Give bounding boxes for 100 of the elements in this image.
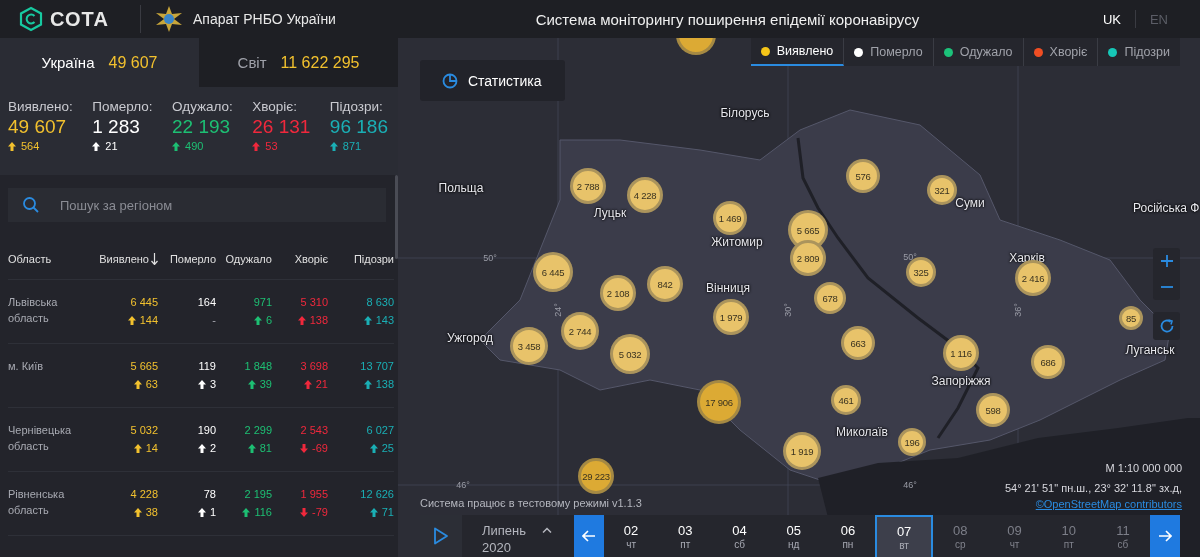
arrow-left-icon: [582, 530, 596, 542]
table-cell: 6 027: [366, 424, 394, 436]
cell-change: 138: [375, 378, 394, 390]
arrow-up-icon: [133, 443, 142, 453]
language-link[interactable]: UK: [1088, 11, 1135, 27]
next-button[interactable]: [1150, 515, 1180, 557]
place-label: Луганськ: [1125, 343, 1175, 357]
sort-down-icon: [151, 253, 158, 265]
pie-chart-icon: [442, 72, 458, 89]
stat-label: Хворіє:: [252, 99, 298, 114]
table-cell: 971: [253, 296, 272, 308]
table-cell: 2 543: [300, 424, 328, 436]
table-cell: 2 195: [244, 488, 272, 500]
stat-label: Померло:: [92, 99, 153, 114]
cell-change: 14: [145, 442, 158, 454]
previous-button[interactable]: [574, 515, 604, 557]
arrow-up-icon: [8, 141, 16, 151]
day-button[interactable]: 07 вт: [875, 515, 934, 557]
table-cell: 4 228: [130, 488, 158, 500]
stat-label: Одужало:: [172, 99, 233, 114]
emblem-icon: [155, 5, 183, 33]
cell-change: 38: [145, 506, 158, 518]
stat-value: 49 607: [8, 116, 68, 138]
table-cell: 1 848: [244, 360, 272, 372]
column-header[interactable]: Виявлено: [88, 239, 158, 280]
case-count-bubble[interactable]: 29 223: [578, 458, 614, 494]
place-label: Луцьк: [593, 206, 627, 220]
legend-tab[interactable]: Померло: [844, 38, 934, 66]
stat-value: 22 193: [172, 116, 232, 138]
day-button[interactable]: 06 пн: [820, 515, 875, 557]
cell-change: 81: [259, 442, 272, 454]
scope-tab[interactable]: Україна 49 607: [0, 38, 199, 87]
cell-change: 25: [381, 442, 394, 454]
table-cell: 6 445: [130, 296, 158, 308]
map-scale: М 1:10 000 000: [1105, 462, 1182, 474]
column-header[interactable]: Одужало: [216, 239, 272, 280]
day-button[interactable]: 03 пт: [658, 515, 713, 557]
search-field[interactable]: Пошук за регіоном: [8, 188, 386, 222]
place-label: Житомир: [711, 235, 763, 249]
arrow-up-icon: [197, 507, 206, 517]
legend-tab[interactable]: Хворіє: [1023, 38, 1099, 66]
day-button[interactable]: 05 нд: [766, 515, 821, 557]
play-icon: [433, 527, 449, 545]
place-label: Ужгород: [446, 331, 494, 345]
arrow-up-icon: [133, 379, 142, 389]
table-cell: 119: [198, 360, 216, 372]
arrow-up-icon: [127, 315, 136, 325]
grid-label: 46°: [903, 480, 917, 490]
table-cell: 5 032: [130, 424, 158, 436]
place-label: Миколаїв: [836, 425, 888, 439]
place-label: Білорусь: [720, 106, 770, 120]
place-label: Вінниця: [706, 281, 750, 295]
legend-tab[interactable]: Виявлено: [750, 38, 845, 66]
stat-change: 21: [105, 140, 118, 152]
attribution-link[interactable]: ©OpenStreetMap contributors: [1035, 498, 1182, 510]
logo-text: СОТА: [50, 7, 109, 31]
cell-change: -79: [312, 506, 328, 518]
place-label: Запоріжжя: [931, 374, 991, 388]
arrow-up-icon: [369, 443, 378, 453]
cell-change: 144: [139, 314, 158, 326]
arrow-up-icon: [242, 507, 251, 517]
grid-label: 46°: [456, 480, 470, 490]
arrow-up-icon: [92, 141, 101, 151]
column-header[interactable]: Область: [8, 239, 88, 280]
statistics-button[interactable]: Статистика: [420, 60, 565, 101]
cell-change: 116: [254, 506, 272, 518]
column-header[interactable]: Померло: [158, 239, 216, 280]
table-cell: 5 310: [300, 296, 328, 308]
grid-label: 36°: [1013, 303, 1023, 317]
hexagon-logo-icon: [18, 6, 44, 32]
place-label: Російська Ф: [1133, 201, 1200, 215]
region-name: Рівненська область: [8, 487, 66, 518]
region-name: Чернівецька область: [8, 423, 73, 454]
arrow-up-icon: [329, 141, 338, 151]
column-header[interactable]: Підозри: [328, 239, 394, 280]
cell-change: 6: [265, 314, 272, 326]
month-selector[interactable]: Липень 2020: [462, 515, 574, 557]
legend-tab[interactable]: Одужало: [933, 38, 1024, 66]
day-button[interactable]: 02 чт: [604, 515, 659, 557]
cell-change: 63: [145, 378, 158, 390]
arrow-up-icon: [247, 379, 256, 389]
legend-tab[interactable]: Підозри: [1098, 38, 1180, 66]
grid-label: 24°: [553, 303, 563, 317]
page-title: Система моніторингу поширення епідемії коронавірусу: [534, 10, 921, 28]
arrow-down-icon: [300, 443, 309, 453]
stat-change: 490: [185, 140, 204, 152]
refresh-button[interactable]: [1153, 312, 1180, 340]
column-header[interactable]: Хворіє: [272, 239, 328, 280]
scope-tab[interactable]: Світ 11 622 295: [199, 38, 398, 87]
table-cell: 1 955: [300, 488, 328, 500]
arrow-up-icon: [363, 379, 372, 389]
grid-label: 50°: [483, 253, 497, 263]
arrow-up-icon: [369, 507, 378, 517]
cell-change: 71: [381, 506, 394, 518]
cell-change: -: [212, 314, 216, 326]
arrow-up-icon: [197, 443, 206, 453]
refresh-icon: [1158, 318, 1175, 334]
arrow-up-icon: [253, 315, 262, 325]
day-button[interactable]: 04 сб: [712, 515, 767, 557]
search-icon: [22, 196, 40, 214]
